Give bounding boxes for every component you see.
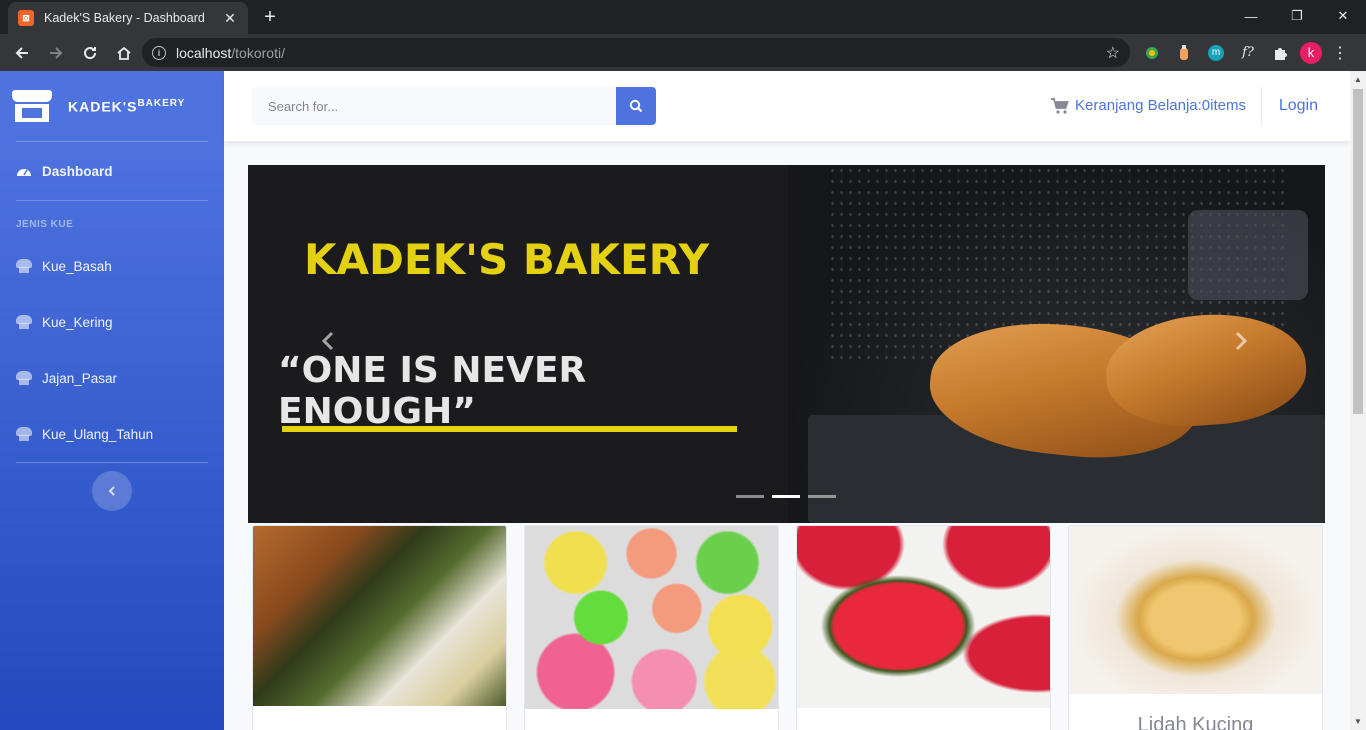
sidebar-item-dashboard[interactable]: Dashboard [0,142,224,200]
carousel-indicator[interactable] [736,495,764,498]
info-icon[interactable]: i [152,45,166,60]
cart-label: Keranjang Belanja:0items [1075,97,1246,114]
browser-tab[interactable]: ⊠ Kadek'S Bakery - Dashboard ✕ [8,2,248,34]
chef-hat-icon [16,259,32,273]
sidebar-item-jajan-pasar[interactable]: Jajan_Pasar [0,350,224,406]
extensions-area: m f? k ⋮ [1140,38,1350,67]
honey-jar [1188,210,1308,300]
extension-google-glyph [1146,46,1158,59]
reload-button[interactable] [74,39,106,67]
sidebar-item-kue-ulang-tahun[interactable]: Kue_Ulang_Tahun [0,406,224,462]
login-link[interactable]: Login [1279,97,1318,115]
product-image-kue-mangkok [525,526,778,709]
sidebar-brand[interactable]: KADEK'SBAKERY [0,71,224,141]
close-window-button[interactable]: ✕ [1320,0,1366,32]
sidebar-item-label: Kue_Ulang_Tahun [42,426,154,442]
reload-icon [84,46,97,59]
sidebar-item-label: Kue_Basah [42,258,112,274]
carousel-indicators [736,495,836,498]
brand-sup: BAKERY [137,97,186,109]
chevron-left-icon [321,331,334,351]
extension-f-icon[interactable]: f? [1236,41,1260,65]
chef-hat-icon [16,427,32,441]
minimize-button[interactable]: — [1228,0,1274,32]
url-path: /tokoroti/ [231,44,285,61]
page-scrollbar[interactable]: ▲ ▼ [1350,71,1366,730]
forward-button[interactable] [40,39,72,67]
sidebar-item-kue-basah[interactable]: Kue_Basah [0,238,224,294]
new-tab-button[interactable]: + [258,6,282,29]
sidebar-heading: JENIS KUE [16,219,74,230]
scroll-down-arrow-icon[interactable]: ▼ [1354,717,1362,726]
extension-m-icon[interactable]: m [1204,41,1228,65]
extension-bottle-glyph [1180,44,1188,60]
brand-text: KADEK'SBAKERY [68,98,185,115]
profile-avatar[interactable]: k [1300,41,1322,64]
topbar: Keranjang Belanja:0items Login [224,71,1350,141]
back-button[interactable] [6,39,38,67]
search-button[interactable] [616,87,656,125]
carousel-prev-control[interactable] [320,330,336,359]
hero-carousel: KADEK'S BAKERY “ONE IS NEVER ENOUGH” [248,165,1325,523]
sidebar-item-kue-kering[interactable]: Kue_Kering [0,294,224,350]
carousel-indicator-active[interactable] [772,495,800,498]
browser-toolbar: i localhost/tokoroti/ ☆ m f? k ⋮ [0,34,1366,71]
xampp-favicon-icon: ⊠ [18,10,34,26]
store-icon [12,90,52,122]
slide-underline [282,426,737,432]
extensions-puzzle-icon[interactable] [1268,41,1292,65]
chef-hat-icon [16,371,32,385]
search-input[interactable] [252,87,616,125]
menu-kebab-icon[interactable]: ⋮ [1330,43,1350,63]
carousel-indicator[interactable] [808,495,836,498]
slide-quote: “ONE IS NEVER ENOUGH” [278,350,587,432]
carousel-next-control[interactable] [1233,330,1249,359]
puzzle-glyph [1275,47,1287,60]
back-arrow-icon [15,46,28,59]
topbar-divider [1261,87,1262,125]
chevron-left-icon [108,486,115,496]
window-controls: — ❐ ✕ [1228,0,1366,32]
shopping-cart-icon [1051,97,1069,114]
slide-title: KADEK'S BAKERY [304,235,710,284]
extension-google-icon[interactable] [1140,41,1164,65]
tachometer-icon [17,169,31,176]
scrollbar-thumb[interactable] [1353,89,1363,414]
product-card[interactable]: Lidah Kucing [1068,525,1323,730]
sidebar-item-label: Dashboard [42,163,113,179]
sidebar-item-label: Jajan_Pasar [42,370,118,386]
address-bar[interactable]: i localhost/tokoroti/ ☆ [142,38,1130,67]
product-card[interactable] [524,525,779,730]
browser-tabbar: ⊠ Kadek'S Bakery - Dashboard ✕ + — ❐ ✕ [0,0,1366,34]
extension-m-letter: m [1208,44,1224,61]
product-card[interactable] [252,525,507,730]
chef-hat-icon [16,315,32,329]
cart-link[interactable]: Keranjang Belanja:0items [1051,97,1246,114]
close-tab-icon[interactable]: ✕ [222,10,238,27]
sidebar-divider [16,462,208,463]
bookmark-star-icon[interactable]: ☆ [1106,43,1120,63]
extension-bottle-icon[interactable] [1172,41,1196,65]
product-title: Lidah Kucing [1137,714,1254,730]
url-host: localhost [176,44,232,61]
search-group [252,87,656,125]
product-card[interactable] [796,525,1051,730]
restore-button[interactable]: ❐ [1274,0,1320,32]
tab-title: Kadek'S Bakery - Dashboard [44,11,205,25]
home-icon [117,46,131,60]
forward-arrow-icon [50,46,63,59]
scroll-up-arrow-icon[interactable]: ▲ [1354,75,1362,84]
chevron-right-icon [1235,331,1248,351]
product-image-kue-ku [797,526,1050,708]
product-image-kue-basah [253,526,506,706]
sidebar: KADEK'SBAKERY Dashboard JENIS KUE Kue_Ba… [0,71,224,730]
product-image-lidah-kucing [1069,526,1322,694]
sidebar-toggle-button[interactable] [92,471,132,511]
search-icon [629,99,643,113]
home-button[interactable] [108,39,140,67]
brand-main: KADEK'S [68,98,138,115]
page-viewport: KADEK'SBAKERY Dashboard JENIS KUE Kue_Ba… [0,71,1366,730]
sidebar-item-label: Kue_Kering [42,314,113,330]
